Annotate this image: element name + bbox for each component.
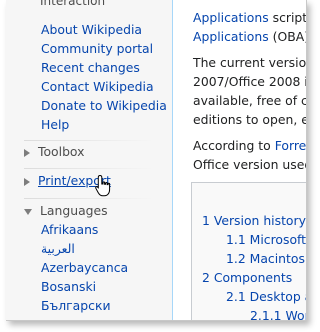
interaction-heading: Interaction xyxy=(40,0,106,8)
sidebar-item-recent-changes: Recent changes xyxy=(41,58,167,77)
toc-item-macintosh[interactable]: 1.2 Macintosh xyxy=(226,251,306,266)
language-link-arabic[interactable]: العربية xyxy=(41,241,75,256)
sidebar-item-donate: Donate to Wikipedia xyxy=(41,96,167,115)
article-line: Applications scriptin xyxy=(193,10,307,25)
article-text: (OBA) xyxy=(268,29,307,44)
language-item: Azerbaycanca xyxy=(41,258,128,277)
portal-divider xyxy=(24,140,154,141)
recent-changes-link[interactable]: Recent changes xyxy=(41,60,140,75)
language-link-bulgarian[interactable]: Български xyxy=(41,298,111,313)
donate-link[interactable]: Donate to Wikipedia xyxy=(41,98,167,113)
sidebar-item-about-wikipedia: About Wikipedia xyxy=(41,20,167,39)
article-line: According to Forres xyxy=(193,138,306,153)
sidebar-item-community-portal: Community portal xyxy=(41,39,167,58)
language-link-afrikaans[interactable]: Afrikaans xyxy=(41,222,98,237)
article-line: editions to open, ed xyxy=(193,112,307,127)
toc-item-microsoft[interactable]: 1.1 Microsoft W xyxy=(226,232,306,247)
forrester-link[interactable]: Forres xyxy=(275,138,306,153)
sidebar-item-contact-wikipedia: Contact Wikipedia xyxy=(41,77,167,96)
toolbox-toggle[interactable]: Toolbox xyxy=(24,143,84,161)
collapse-arrow-icon xyxy=(24,208,32,215)
toc-item-desktop[interactable]: 2.1 Desktop a xyxy=(226,289,306,304)
languages-label: Languages xyxy=(40,203,108,218)
sidebar: Interaction About Wikipedia Community po… xyxy=(6,0,174,320)
toc-item-version-history[interactable]: 1 Version history xyxy=(202,213,306,228)
table-of-contents: 1 Version history 1.1 Microsoft W 1.2 Ma… xyxy=(191,182,306,320)
applications-link[interactable]: Applications xyxy=(193,10,269,25)
browser-window: Interaction About Wikipedia Community po… xyxy=(6,0,307,321)
article-text: According to xyxy=(193,138,275,153)
languages-list: Afrikaans العربية Azerbaycanca Bosanski … xyxy=(41,220,128,315)
article-text: scriptin xyxy=(272,10,307,25)
language-item: العربية xyxy=(41,239,128,258)
language-item: Български xyxy=(41,296,128,315)
hand-cursor-icon xyxy=(95,174,111,197)
toc-item-word[interactable]: 2.1.1 Wor xyxy=(250,308,306,320)
toc-item-components[interactable]: 2 Components xyxy=(202,270,292,285)
interaction-list: About Wikipedia Community portal Recent … xyxy=(41,20,167,134)
article-line: available, free of ch xyxy=(193,93,307,108)
about-wikipedia-link[interactable]: About Wikipedia xyxy=(41,22,142,37)
language-link-bosanski[interactable]: Bosanski xyxy=(41,279,96,294)
sidebar-item-help: Help xyxy=(41,115,167,134)
applications-link[interactable]: Applications xyxy=(193,29,269,44)
article-line: The current version xyxy=(193,55,307,70)
language-item: Afrikaans xyxy=(41,220,128,239)
contact-wikipedia-link[interactable]: Contact Wikipedia xyxy=(41,79,154,94)
portal-divider xyxy=(24,168,154,169)
language-link-azerbaycanca[interactable]: Azerbaycanca xyxy=(41,260,128,275)
expand-arrow-icon xyxy=(24,177,30,186)
article-line: 2007/Office 2008 in xyxy=(193,74,307,89)
article-line: Office version used xyxy=(193,157,307,172)
languages-toggle[interactable]: Languages xyxy=(24,202,108,220)
article-content: Applications scriptin Applications (OBA)… xyxy=(172,0,307,320)
community-portal-link[interactable]: Community portal xyxy=(41,41,153,56)
article-line: Applications (OBA) xyxy=(193,29,307,44)
help-link[interactable]: Help xyxy=(41,117,69,132)
toolbox-label: Toolbox xyxy=(38,144,85,159)
portal-divider xyxy=(24,198,154,199)
language-item: Bosanski xyxy=(41,277,128,296)
expand-arrow-icon xyxy=(24,148,30,157)
